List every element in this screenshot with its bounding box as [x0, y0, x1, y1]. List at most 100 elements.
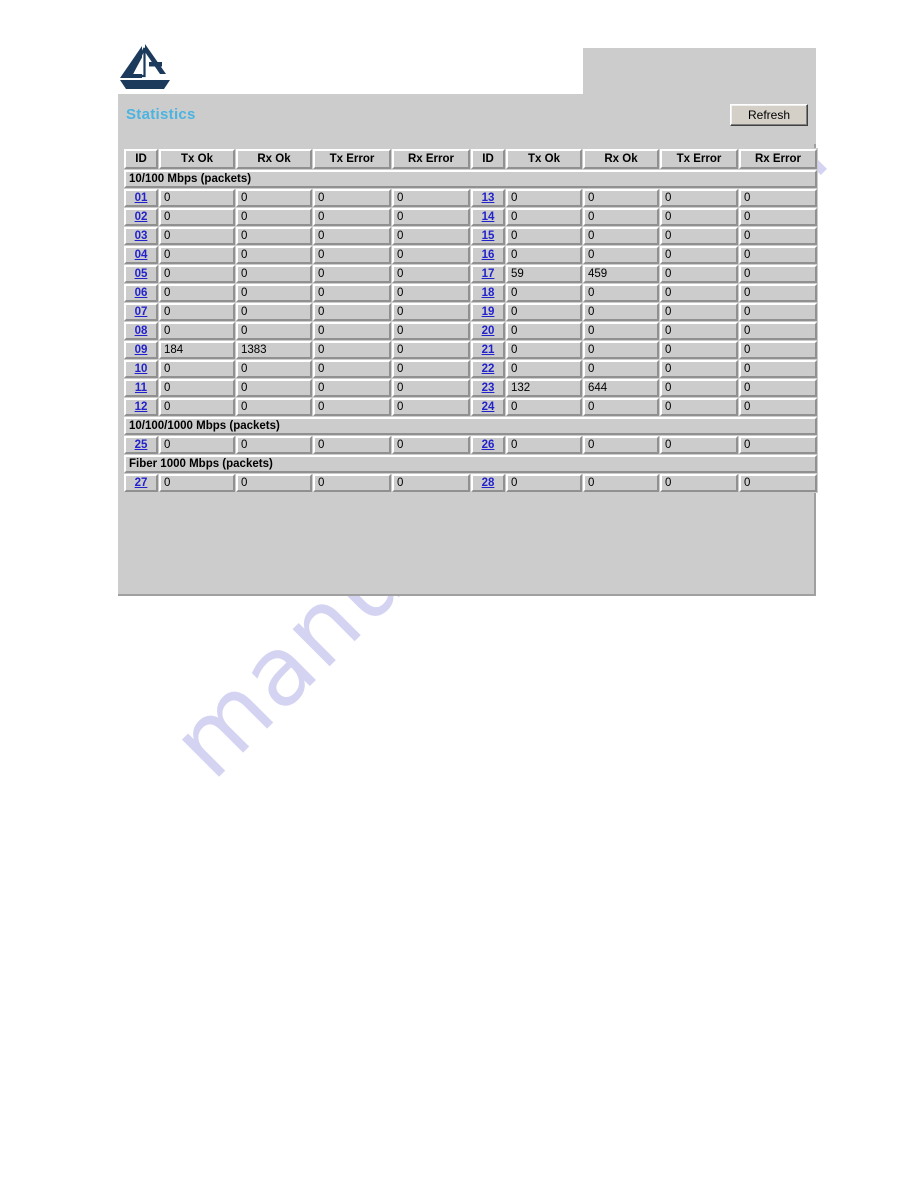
port-id-link[interactable]: 17: [482, 268, 495, 280]
port-id-cell-left[interactable]: 25: [124, 436, 158, 454]
port-id-link[interactable]: 24: [482, 401, 495, 413]
column-header-rx-ok-right: Rx Ok: [583, 149, 659, 169]
port-id-link[interactable]: 09: [135, 344, 148, 356]
port-id-link[interactable]: 27: [135, 477, 148, 489]
cell-tx-ok-right: 0: [506, 246, 582, 264]
port-id-cell-right[interactable]: 17: [471, 265, 505, 283]
port-id-cell-left[interactable]: 10: [124, 360, 158, 378]
cell-tx-ok-right: 0: [506, 341, 582, 359]
cell-rx-error-left: 0: [392, 322, 470, 340]
cell-rx-ok-right: 0: [583, 189, 659, 207]
port-id-link[interactable]: 19: [482, 306, 495, 318]
port-id-cell-left[interactable]: 04: [124, 246, 158, 264]
port-id-link[interactable]: 16: [482, 249, 495, 261]
port-id-link[interactable]: 08: [135, 325, 148, 337]
cell-rx-ok-right: 0: [583, 246, 659, 264]
port-id-cell-right[interactable]: 23: [471, 379, 505, 397]
port-id-link[interactable]: 07: [135, 306, 148, 318]
port-id-link[interactable]: 26: [482, 439, 495, 451]
port-id-cell-left[interactable]: 03: [124, 227, 158, 245]
cell-tx-error-right: 0: [660, 474, 738, 492]
cell-tx-ok-right: 0: [506, 189, 582, 207]
port-id-cell-left[interactable]: 08: [124, 322, 158, 340]
port-id-cell-left[interactable]: 02: [124, 208, 158, 226]
port-id-cell-right[interactable]: 24: [471, 398, 505, 416]
port-id-cell-right[interactable]: 22: [471, 360, 505, 378]
port-id-cell-left[interactable]: 27: [124, 474, 158, 492]
port-id-cell-right[interactable]: 14: [471, 208, 505, 226]
column-header-rx-error-left: Rx Error: [392, 149, 470, 169]
port-id-cell-right[interactable]: 28: [471, 474, 505, 492]
port-id-cell-right[interactable]: 26: [471, 436, 505, 454]
port-id-cell-right[interactable]: 16: [471, 246, 505, 264]
port-id-link[interactable]: 02: [135, 211, 148, 223]
port-id-cell-left[interactable]: 05: [124, 265, 158, 283]
port-id-link[interactable]: 03: [135, 230, 148, 242]
port-id-link[interactable]: 20: [482, 325, 495, 337]
cell-tx-error-left: 0: [313, 341, 391, 359]
cell-rx-error-right: 0: [739, 398, 817, 416]
port-id-cell-right[interactable]: 20: [471, 322, 505, 340]
cell-rx-ok-right: 0: [583, 227, 659, 245]
cell-tx-error-right: 0: [660, 360, 738, 378]
table-row: 06 0 0 0 0 18 0 0 0 0: [124, 284, 817, 302]
cell-rx-error-right: 0: [739, 227, 817, 245]
cell-tx-ok-right: 0: [506, 227, 582, 245]
port-id-link[interactable]: 18: [482, 287, 495, 299]
port-id-link[interactable]: 23: [482, 382, 495, 394]
cell-tx-ok-left: 0: [159, 265, 235, 283]
cell-tx-error-left: 0: [313, 474, 391, 492]
cell-tx-error-left: 0: [313, 322, 391, 340]
port-id-link[interactable]: 11: [135, 382, 147, 394]
port-id-link[interactable]: 22: [482, 363, 495, 375]
port-id-link[interactable]: 13: [482, 192, 495, 204]
cell-rx-ok-left: 1383: [236, 341, 312, 359]
cell-rx-ok-right: 459: [583, 265, 659, 283]
cell-rx-ok-right: 0: [583, 398, 659, 416]
port-id-cell-right[interactable]: 18: [471, 284, 505, 302]
port-id-cell-right[interactable]: 21: [471, 341, 505, 359]
refresh-button[interactable]: Refresh: [730, 104, 808, 126]
port-id-link[interactable]: 01: [135, 192, 148, 204]
port-id-cell-left[interactable]: 07: [124, 303, 158, 321]
statistics-panel: ID Tx Ok Rx Ok Tx Error Rx Error ID Tx O…: [118, 144, 818, 596]
cell-rx-ok-right: 644: [583, 379, 659, 397]
cell-rx-error-right: 0: [739, 436, 817, 454]
cell-rx-ok-right: 0: [583, 322, 659, 340]
cell-tx-ok-left: 0: [159, 379, 235, 397]
port-id-link[interactable]: 15: [482, 230, 495, 242]
port-id-cell-left[interactable]: 11: [124, 379, 158, 397]
cell-tx-error-right: 0: [660, 436, 738, 454]
cell-rx-error-right: 0: [739, 265, 817, 283]
port-id-cell-left[interactable]: 01: [124, 189, 158, 207]
cell-rx-error-right: 0: [739, 360, 817, 378]
port-id-link[interactable]: 06: [135, 287, 148, 299]
port-id-cell-left[interactable]: 12: [124, 398, 158, 416]
cell-tx-error-right: 0: [660, 227, 738, 245]
port-id-link[interactable]: 21: [482, 344, 495, 356]
port-id-link[interactable]: 25: [135, 439, 148, 451]
port-id-link[interactable]: 12: [135, 401, 148, 413]
port-id-link[interactable]: 10: [135, 363, 148, 375]
port-id-link[interactable]: 14: [482, 211, 495, 223]
port-id-link[interactable]: 05: [135, 268, 148, 280]
port-id-cell-right[interactable]: 19: [471, 303, 505, 321]
cell-tx-ok-right: 0: [506, 436, 582, 454]
cell-tx-error-right: 0: [660, 208, 738, 226]
cell-rx-error-left: 0: [392, 303, 470, 321]
cell-tx-error-right: 0: [660, 284, 738, 302]
port-id-cell-left[interactable]: 06: [124, 284, 158, 302]
cell-rx-error-right: 0: [739, 246, 817, 264]
port-id-cell-right[interactable]: 15: [471, 227, 505, 245]
port-id-link[interactable]: 28: [482, 477, 495, 489]
cell-tx-ok-left: 0: [159, 436, 235, 454]
port-id-cell-left[interactable]: 09: [124, 341, 158, 359]
table-row: 02 0 0 0 0 14 0 0 0 0: [124, 208, 817, 226]
cell-tx-error-right: 0: [660, 265, 738, 283]
statistics-page: Statistics Refresh ID Tx Ok Rx Ok Tx Err…: [0, 0, 918, 1188]
table-row: 05 0 0 0 0 17 59 459 0 0: [124, 265, 817, 283]
port-id-cell-right[interactable]: 13: [471, 189, 505, 207]
port-id-link[interactable]: 04: [135, 249, 148, 261]
table-row: 11 0 0 0 0 23 132 644 0 0: [124, 379, 817, 397]
statistics-table: ID Tx Ok Rx Ok Tx Error Rx Error ID Tx O…: [123, 148, 818, 493]
